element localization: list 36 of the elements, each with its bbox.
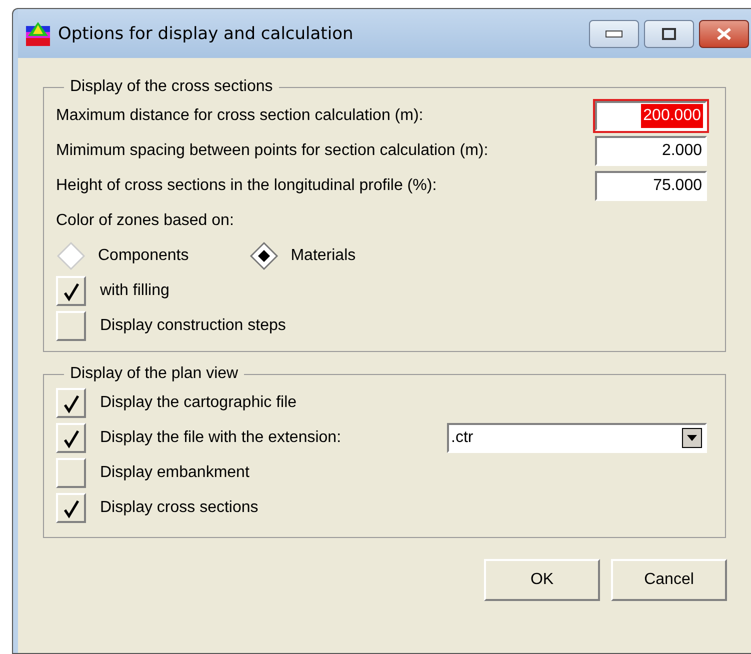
checkbox-label: Display the file with the extension: [100,428,342,446]
app-icon [26,22,50,46]
input-field[interactable]: 75.000 [595,170,707,200]
checkbox-label: Display construction steps [100,316,286,334]
radio-button[interactable] [56,240,86,270]
checkbox[interactable] [56,422,86,452]
checkbox[interactable] [56,276,86,306]
maximize-button[interactable] [644,20,694,48]
field-label: Maximum distance for cross section calculation (m): [56,106,424,124]
input-field[interactable]: 2.000 [595,136,707,166]
input-field[interactable]: 200.000 [595,100,707,130]
radio-label: Materials [290,246,356,264]
cancel-button[interactable]: Cancel [611,559,727,601]
close-icon [715,27,733,41]
checkbox-label: Display embankment [100,464,250,482]
maximize-icon [662,28,676,40]
ok-button[interactable]: OK [484,559,600,601]
radio-button[interactable] [248,240,279,270]
checkbox[interactable] [56,388,86,418]
checkbox-label: with filling [100,282,170,300]
checkbox[interactable] [56,458,86,488]
checkbox[interactable] [56,310,86,340]
group-title: Display of the plan view [69,365,240,383]
section-label: Color of zones based on: [56,212,234,230]
checkbox-label: Display cross sections [100,498,258,516]
close-button[interactable] [699,20,749,48]
checkbox[interactable] [56,492,86,522]
radio-label: Components [98,246,189,264]
window-title: Options for display and calculation [58,24,354,44]
minimize-icon [605,30,623,38]
field-label: Mimimum spacing between points for section calculation (m): [56,142,490,160]
minimize-button[interactable] [589,20,639,48]
checkbox-label: Display the cartographic file [100,394,297,412]
group-title: Display of the cross sections [69,78,274,96]
field-label: Height of cross sections in the longitudinal profile (%): [56,176,438,194]
dropdown[interactable]: .ctr [447,422,707,452]
